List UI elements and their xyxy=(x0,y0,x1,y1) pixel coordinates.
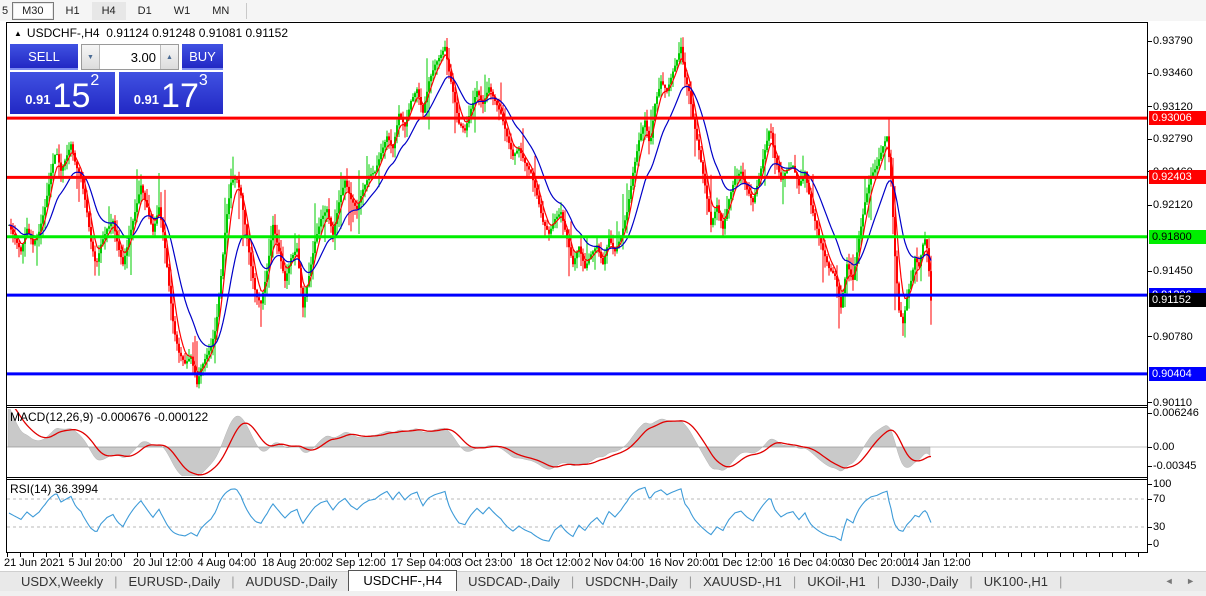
buy-button[interactable]: BUY xyxy=(182,44,223,70)
time-axis-label: 5 Jul 20:00 xyxy=(69,557,123,569)
macd-axis-label: 0.006246 xyxy=(1153,407,1199,419)
chart-tab-bar: USDX,Weekly|EURUSD-,Daily|AUDUSD-,DailyU… xyxy=(0,571,1206,592)
time-axis: 21 Jun 2021 5 Jul 20:00 20 Jul 12:00 4 Aug … xyxy=(0,556,1206,571)
price-tick-label: 0.93790 xyxy=(1153,35,1193,47)
macd-axis-tick xyxy=(1148,413,1152,414)
bottom-strip xyxy=(0,591,1206,596)
volume-decrease-button[interactable]: ▼ xyxy=(82,45,100,69)
macd-axis-tick xyxy=(1148,466,1152,467)
chart-tab-usdcad-daily[interactable]: USDCAD-,Daily xyxy=(457,572,571,592)
ask-price-prefix: 0.91 xyxy=(134,92,159,107)
macd-axis-label: 0.00 xyxy=(1153,441,1174,453)
bid-price-pip-digit: 2 xyxy=(90,74,99,88)
price-tick-mark xyxy=(1148,205,1152,206)
price-tick-mark xyxy=(1148,106,1152,107)
time-axis-label: 18 Aug 20:00 xyxy=(262,557,327,569)
volume-stepper: ▼ ▲ xyxy=(81,44,179,70)
time-axis-label: 20 Jul 12:00 xyxy=(133,557,193,569)
chart-tab-uk100-h1[interactable]: UK100-,H1 xyxy=(973,572,1059,592)
price-tick-mark xyxy=(1148,271,1152,272)
price-badge-0.92403: 0.92403 xyxy=(1149,170,1206,184)
time-axis-label: 1 Dec 12:00 xyxy=(714,557,773,569)
time-axis-label: 4 Aug 04:00 xyxy=(198,557,257,569)
time-axis-label: 17 Sep 04:00 xyxy=(391,557,456,569)
ask-price-pip-digit: 3 xyxy=(199,74,208,88)
ask-price-button[interactable]: 0.91 17 3 xyxy=(119,72,224,114)
price-badge-0.93006: 0.93006 xyxy=(1149,111,1206,125)
bid-price-button[interactable]: 0.91 15 2 xyxy=(10,72,115,114)
chart-ohlc-values: 0.91124 0.91248 0.91081 0.91152 xyxy=(106,26,288,40)
price-tick-mark xyxy=(1148,41,1152,42)
tab-separator: | xyxy=(1059,574,1062,592)
ask-price-big-digits: 17 xyxy=(161,81,199,111)
macd-axis-label: -0.00345 xyxy=(1153,460,1196,472)
price-tick-label: 0.92120 xyxy=(1153,199,1193,211)
price-tick-label: 0.93460 xyxy=(1153,67,1193,79)
rsi-axis-tick xyxy=(1148,484,1152,485)
time-axis-label: 16 Nov 20:00 xyxy=(649,557,714,569)
rsi-axis-tick xyxy=(1148,499,1152,500)
time-axis-label: 2 Sep 12:00 xyxy=(327,557,386,569)
rsi-axis-tick xyxy=(1148,544,1152,545)
time-axis-label: 3 Oct 23:00 xyxy=(456,557,513,569)
chart-tab-dj30-daily[interactable]: DJ30-,Daily xyxy=(880,572,969,592)
price-badge-0.90404: 0.90404 xyxy=(1149,367,1206,381)
price-badge-0.91800: 0.91800 xyxy=(1149,230,1206,244)
chart-tab-usdx-weekly[interactable]: USDX,Weekly xyxy=(10,572,114,592)
collapse-triangle-icon[interactable]: ▲ xyxy=(14,29,22,38)
price-tick-label: 0.91450 xyxy=(1153,265,1193,277)
chart-tab-eurusd-daily[interactable]: EURUSD-,Daily xyxy=(118,572,232,592)
price-tick-mark xyxy=(1148,139,1152,140)
sell-button[interactable]: SELL xyxy=(10,44,78,70)
rsi-axis-label: 30 xyxy=(1153,521,1165,533)
time-axis-label: 16 Dec 04:00 xyxy=(778,557,843,569)
rsi-axis-label: 0 xyxy=(1153,538,1159,550)
volume-increase-button[interactable]: ▲ xyxy=(160,45,178,69)
time-axis-label: 21 Jun 2021 xyxy=(4,557,65,569)
bid-price-big-digits: 15 xyxy=(53,81,91,111)
chart-tab-ukoil-h1[interactable]: UKOil-,H1 xyxy=(796,572,877,592)
chart-tab-audusd-daily[interactable]: AUDUSD-,Daily xyxy=(235,572,349,592)
bid-price-prefix: 0.91 xyxy=(25,92,50,107)
rsi-indicator-label: RSI(14) 36.3994 xyxy=(10,482,98,496)
chart-symbol-label: USDCHF-,H4 xyxy=(27,26,100,40)
tab-scroll-arrows[interactable]: ◄ ► xyxy=(1165,576,1200,586)
price-tick-mark xyxy=(1148,73,1152,74)
price-tick-mark xyxy=(1148,336,1152,337)
macd-axis-tick xyxy=(1148,447,1152,448)
time-axis-label: 30 Dec 20:00 xyxy=(843,557,908,569)
time-axis-label: 14 Jan 12:00 xyxy=(907,557,971,569)
rsi-axis-tick xyxy=(1148,527,1152,528)
macd-indicator-label: MACD(12,26,9) -0.000676 -0.000122 xyxy=(10,410,208,424)
price-tick-mark xyxy=(1148,402,1152,403)
price-tick-label: 0.90780 xyxy=(1153,331,1193,343)
one-click-trading-panel: SELL ▼ ▲ BUY 0.91 15 2 0.91 17 3 xyxy=(10,44,223,114)
chart-tab-xauusd-h1[interactable]: XAUUSD-,H1 xyxy=(692,572,793,592)
price-tick-label: 0.92790 xyxy=(1153,133,1193,145)
rsi-axis-label: 100 xyxy=(1153,478,1171,490)
volume-input[interactable] xyxy=(100,45,160,69)
chart-tab-usdchf-h4[interactable]: USDCHF-,H4 xyxy=(348,570,457,592)
rsi-line xyxy=(9,487,931,541)
time-axis-label: 18 Oct 12:00 xyxy=(520,557,583,569)
mt4-terminal-window: { "toolbar": { "periods": [ {"label":"5"… xyxy=(0,0,1206,596)
price-badge-0.91152: 0.91152 xyxy=(1149,293,1206,307)
chart-tab-usdcnh-daily[interactable]: USDCNH-,Daily xyxy=(574,572,688,592)
rsi-axis-label: 70 xyxy=(1153,493,1165,505)
time-axis-label: 2 Nov 04:00 xyxy=(585,557,644,569)
chart-title: ▲ USDCHF-,H4 0.91124 0.91248 0.91081 0.91… xyxy=(14,26,288,40)
